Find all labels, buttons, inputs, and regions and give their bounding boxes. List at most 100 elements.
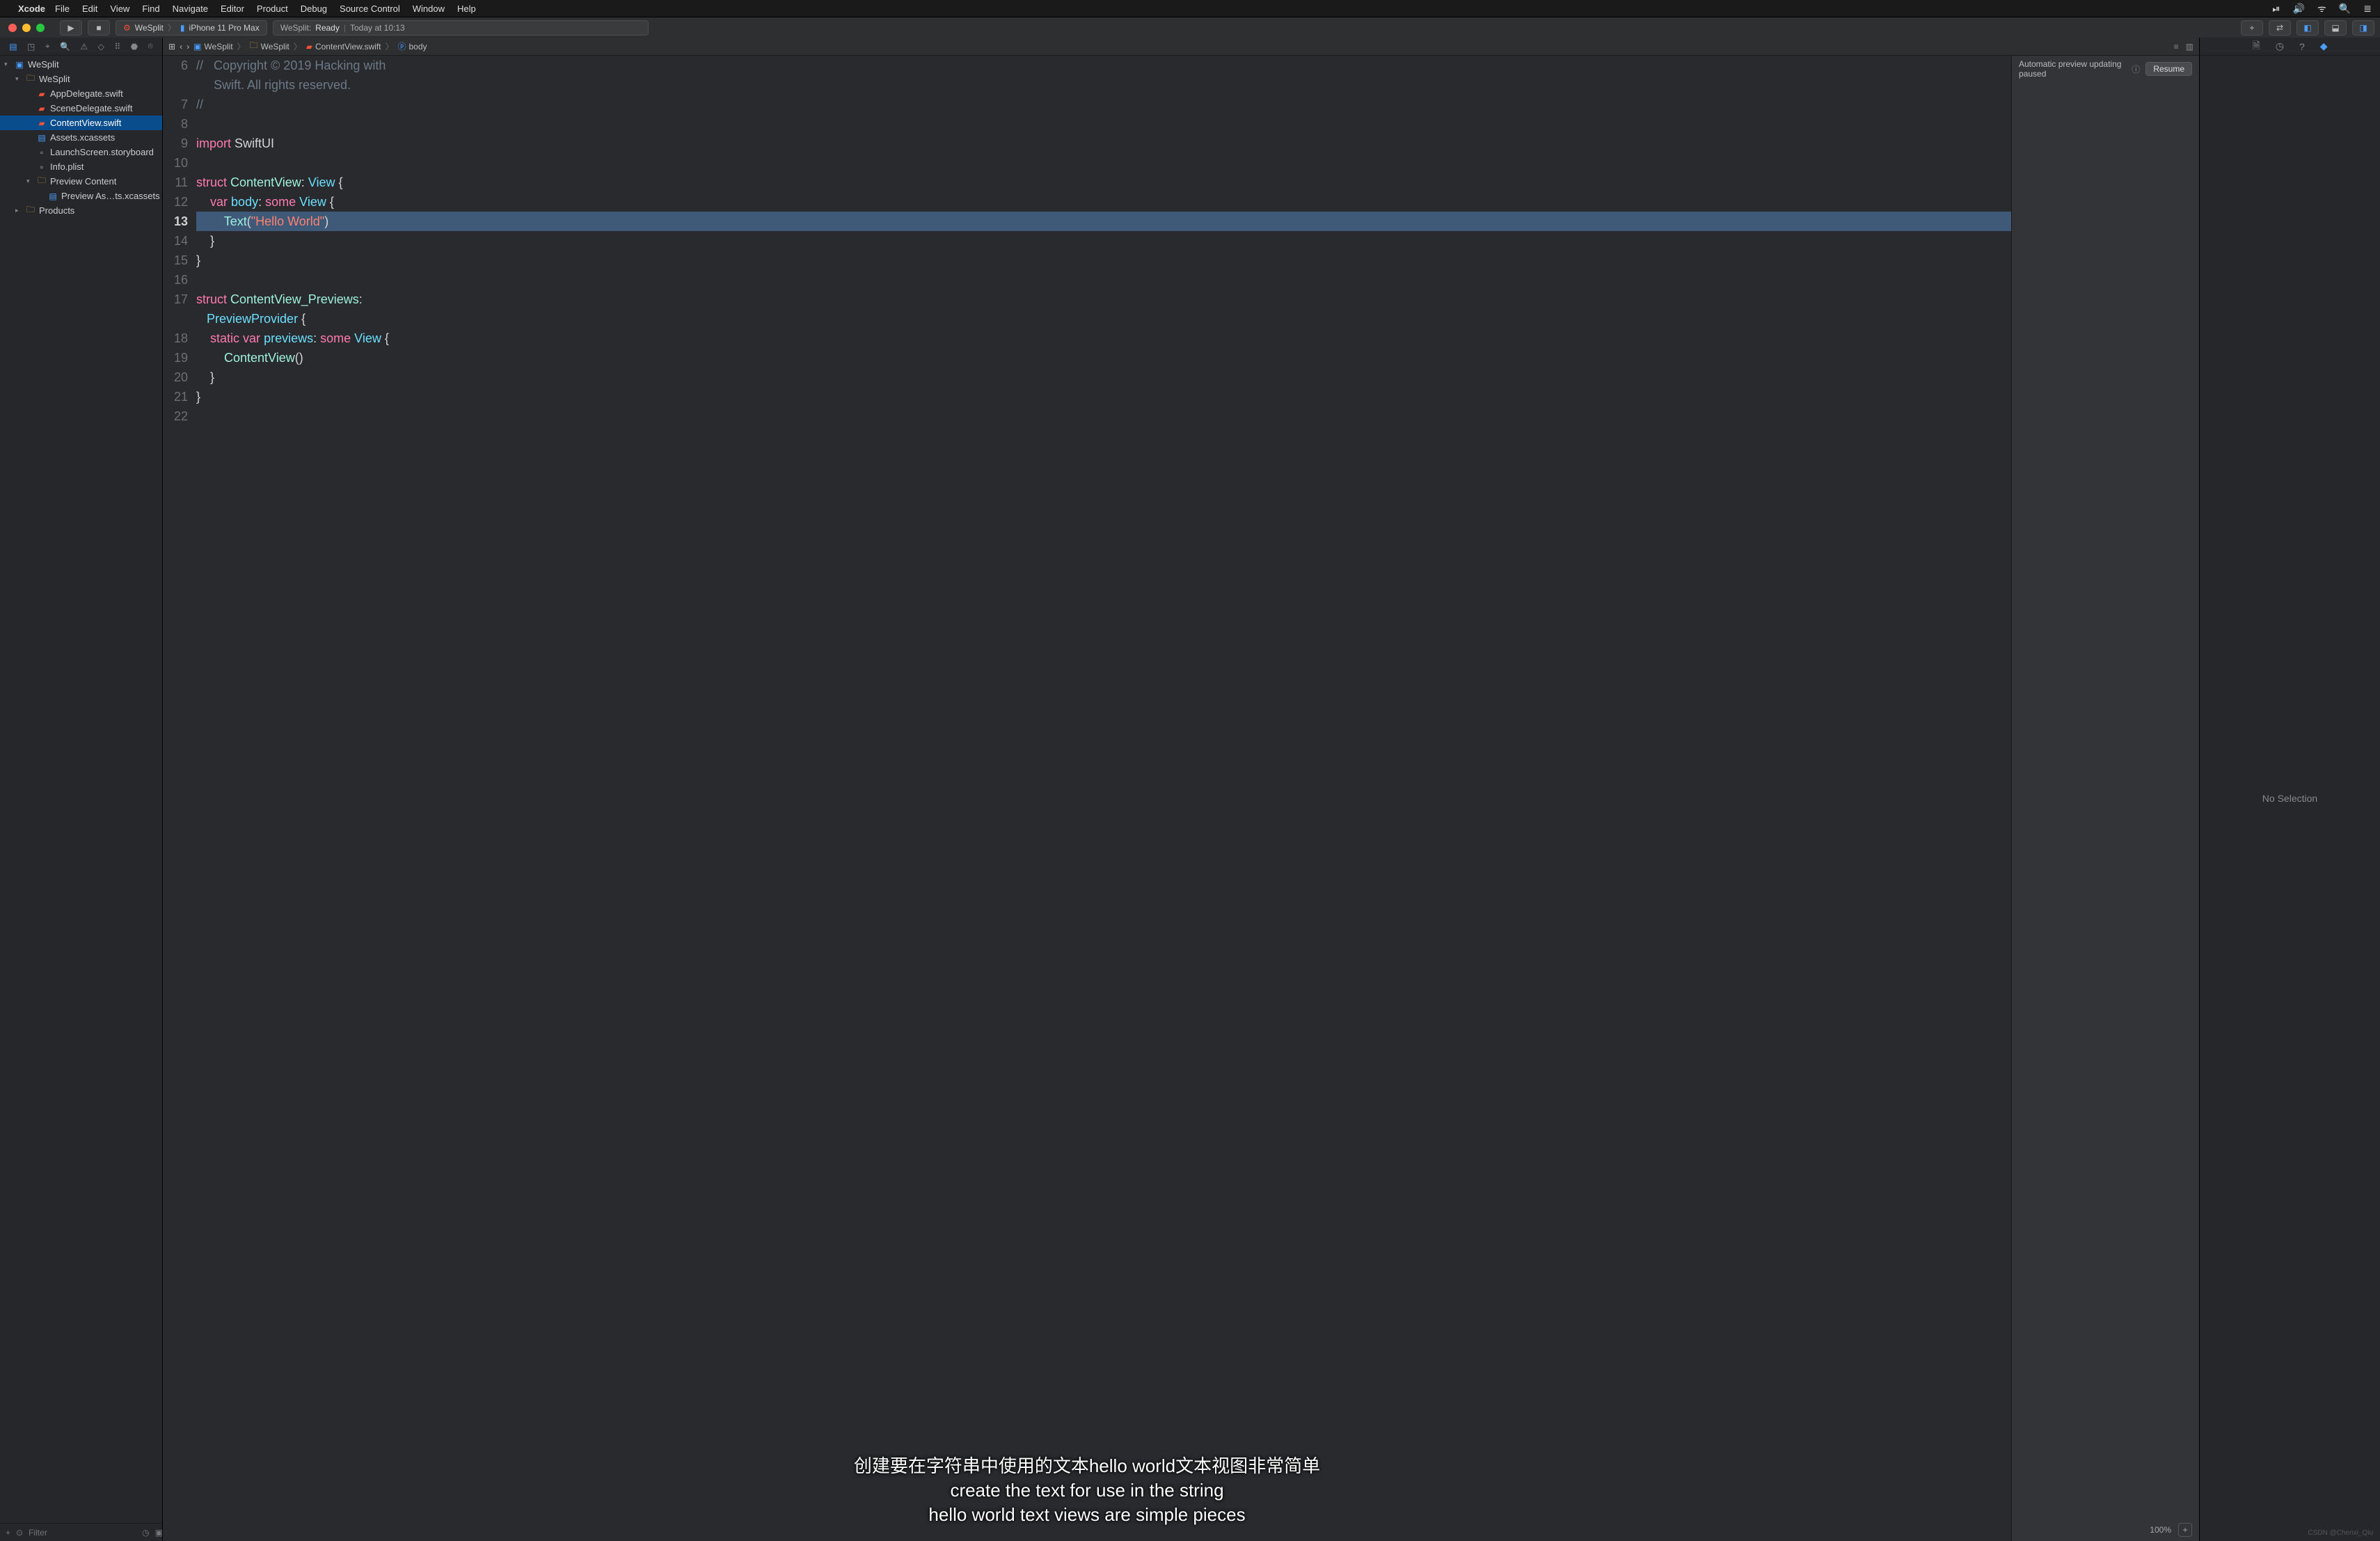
quick-help-inspector-tab[interactable]: ? [2299,41,2305,52]
find-navigator-tab[interactable]: 🔍 [60,42,70,52]
tree-item-products[interactable]: ▸🗀Products [0,203,162,218]
tree-item-info-plist[interactable]: ▫Info.plist [0,159,162,174]
tree-item-wesplit[interactable]: ▾▣WeSplit [0,57,162,72]
tree-item-assets-xcassets[interactable]: ▤Assets.xcassets [0,130,162,145]
editor-area: ⊞ ‹ › ▣WeSplit〉🗀WeSplit〉▰ContentView.swi… [163,38,2199,1541]
tree-item-preview-content[interactable]: ▾🗀Preview Content [0,174,162,189]
code-line[interactable] [196,153,2011,173]
report-navigator-tab[interactable]: ⌾ [148,41,153,52]
source-control-navigator-tab[interactable]: ◳ [27,42,35,52]
scm-filter-icon[interactable]: ▣ [155,1528,163,1538]
menu-file[interactable]: File [55,3,70,14]
code-line[interactable]: var body: some View { [196,192,2011,212]
debug-navigator-tab[interactable]: ⠿ [114,42,120,52]
filter-input[interactable] [29,1528,136,1538]
zoom-level[interactable]: 100% [2150,1525,2171,1535]
disclosure-icon[interactable]: ▾ [26,177,33,185]
code-line[interactable]: struct ContentView: View { [196,173,2011,192]
menu-debug[interactable]: Debug [301,3,327,14]
tree-item-scenedelegate-swift[interactable]: ▰SceneDelegate.swift [0,101,162,116]
code-line[interactable]: struct ContentView_Previews: [196,290,2011,309]
device-icon: ▮ [180,23,185,33]
disclosure-icon[interactable]: ▾ [4,61,11,68]
menu-window[interactable]: Window [413,3,445,14]
jumpbar-crumb-contentview-swift[interactable]: ▰ContentView.swift [306,42,381,52]
menu-view[interactable]: View [110,3,129,14]
menu-navigate[interactable]: Navigate [173,3,208,14]
adjust-editor-options-button[interactable]: ▥ [2186,42,2193,52]
code-review-button[interactable]: ⇄ [2269,20,2291,35]
code-line[interactable] [196,114,2011,134]
toggle-inspector-button[interactable]: ◨ [2352,20,2374,35]
spotlight-icon[interactable]: 🔍 [2339,3,2351,15]
minimize-window-button[interactable] [22,24,31,32]
wifi-icon[interactable]: ᯤ [2317,2,2326,15]
resume-button[interactable]: Resume [2145,62,2192,76]
toggle-debug-button[interactable]: ⬓ [2324,20,2347,35]
run-button[interactable]: ▶ [60,20,82,35]
jumpbar-crumb-wesplit[interactable]: 🗀WeSplit [250,39,289,54]
disclosure-icon[interactable]: ▸ [15,207,22,214]
close-window-button[interactable] [8,24,17,32]
source-editor[interactable]: 678910111213141516171819202122 // Copyri… [163,56,2011,1541]
library-button[interactable]: + [2241,20,2263,35]
code-line[interactable]: // [196,95,2011,114]
code-line[interactable]: } [196,368,2011,387]
tree-item-launchscreen-storyboard[interactable]: ▫LaunchScreen.storyboard [0,145,162,159]
menu-find[interactable]: Find [142,3,159,14]
disclosure-icon[interactable]: ▾ [15,75,22,83]
menu-source-control[interactable]: Source Control [340,3,400,14]
code-line[interactable]: Swift. All rights reserved. [196,75,2011,95]
project-navigator-tab[interactable]: ▤ [9,42,17,52]
code-line[interactable]: PreviewProvider { [196,309,2011,329]
stop-button[interactable]: ■ [88,20,110,35]
menu-help[interactable]: Help [457,3,476,14]
code-line[interactable]: static var previews: some View { [196,329,2011,348]
status-project: WeSplit: [280,23,311,33]
jumpbar-crumb-body[interactable]: ⓟbody [397,40,427,52]
tree-item-contentview-swift[interactable]: ▰ContentView.swift [0,116,162,130]
code-line[interactable] [196,406,2011,426]
code-line[interactable]: // Copyright © 2019 Hacking with [196,56,2011,75]
tree-item-wesplit[interactable]: ▾🗀WeSplit [0,72,162,86]
macos-menubar: Xcode File Edit View Find Navigate Editor Prod… [0,0,2380,17]
scheme-selector[interactable]: ⚙ WeSplit 〉 ▮ iPhone 11 Pro Max [116,20,267,35]
file-inspector-tab[interactable]: 🗎 [2252,38,2260,55]
code-line[interactable]: } [196,387,2011,406]
menu-editor[interactable]: Editor [221,3,244,14]
history-inspector-tab[interactable]: ◷ [2276,40,2284,52]
code-line[interactable]: Text("Hello World") [196,212,2011,231]
volume-icon[interactable]: 🔊 [2293,3,2305,15]
tree-item-preview-as-ts-xcassets[interactable]: ▤Preview As…ts.xcassets [0,189,162,203]
info-icon[interactable]: ⓘ [2132,63,2140,75]
issue-navigator-tab[interactable]: ⚠ [80,42,88,52]
recent-filter-icon[interactable]: ◷ [142,1528,149,1538]
add-preview-button[interactable]: + [2178,1523,2192,1537]
inspector-empty-label: No Selection [2262,793,2317,804]
go-back-button[interactable]: ‹ [180,42,182,52]
menu-edit[interactable]: Edit [82,3,97,14]
related-items-button[interactable]: ⊞ [168,42,175,52]
code-line[interactable]: } [196,251,2011,270]
tree-item-label: LaunchScreen.storyboard [50,147,154,157]
code-line[interactable]: } [196,231,2011,251]
minimap-toggle[interactable]: ≡ [2174,42,2179,52]
fullscreen-window-button[interactable] [36,24,45,32]
code-line[interactable]: ContentView() [196,348,2011,368]
control-center-icon[interactable]: ≣ [2363,3,2372,15]
screen-mirroring-icon[interactable]: ⏯ [2272,3,2280,15]
attributes-inspector-tab[interactable]: ◆ [2320,40,2328,52]
go-forward-button[interactable]: › [187,42,189,52]
test-navigator-tab[interactable]: ◇ [98,42,104,52]
app-name[interactable]: Xcode [18,3,45,14]
code-line[interactable] [196,270,2011,290]
toggle-navigator-button[interactable]: ◧ [2296,20,2319,35]
proj-icon: ▣ [193,42,201,52]
menu-product[interactable]: Product [257,3,288,14]
add-target-button[interactable]: + [6,1528,10,1538]
tree-item-appdelegate-swift[interactable]: ▰AppDelegate.swift [0,86,162,101]
breakpoint-navigator-tab[interactable]: ⬣ [131,42,138,52]
symbol-navigator-tab[interactable]: ⌖ [45,41,50,52]
code-line[interactable]: import SwiftUI [196,134,2011,153]
jumpbar-crumb-wesplit[interactable]: ▣WeSplit [193,42,232,52]
